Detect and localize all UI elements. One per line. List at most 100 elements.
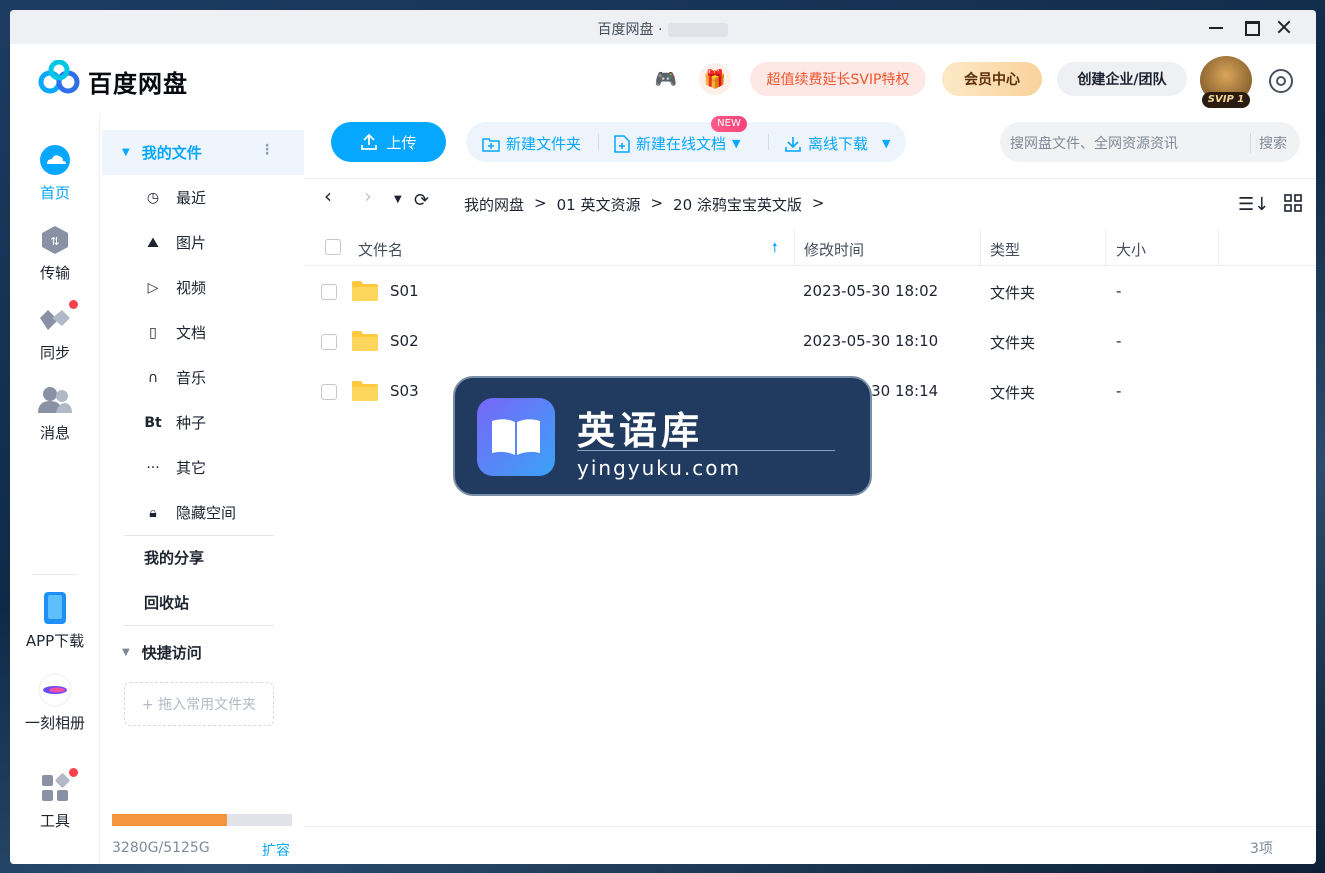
- watermark-divider: [577, 450, 835, 451]
- tools-icon: [38, 768, 78, 804]
- column-divider: [1105, 229, 1106, 266]
- quick-access-label: 快捷访问: [141, 644, 202, 662]
- grid-view-icon[interactable]: [1284, 194, 1302, 217]
- breadcrumb-root[interactable]: 我的网盘: [464, 194, 524, 215]
- upload-label: 上传: [386, 133, 417, 152]
- file-size: -: [1116, 382, 1122, 400]
- column-modified[interactable]: 修改时间: [804, 239, 864, 260]
- settings-icon[interactable]: [1269, 69, 1293, 93]
- minimize-icon[interactable]: [1207, 18, 1225, 36]
- window-title: 百度网盘 ·: [597, 22, 663, 38]
- message-icon: [38, 384, 72, 416]
- column-divider: [980, 229, 981, 266]
- svip-promo-button[interactable]: 超值续费延长SVIP特权: [750, 62, 926, 96]
- new-online-doc-button[interactable]: 新建在线文档 ▼: [614, 133, 740, 154]
- sort-icon[interactable]: ☰↓: [1238, 194, 1269, 215]
- new-folder-button[interactable]: 新建文件夹: [482, 133, 581, 154]
- quick-access-header[interactable]: ▼ 快捷访问: [102, 630, 304, 675]
- category-torrents[interactable]: Bt 种子: [102, 400, 304, 445]
- nav-label-home: 首页: [39, 184, 70, 202]
- search-input[interactable]: 搜网盘文件、全网资源资讯: [1010, 133, 1178, 153]
- nav-item-message[interactable]: 消息: [10, 384, 100, 443]
- row-checkbox[interactable]: [321, 384, 337, 400]
- nav-label-app-download: APP下载: [25, 632, 85, 650]
- category-images[interactable]: ⛰ 图片: [102, 220, 304, 265]
- image-icon: ⛰: [147, 234, 159, 251]
- document-icon: ▯: [149, 324, 157, 341]
- history-dropdown-icon[interactable]: ▼: [394, 194, 402, 205]
- nav-item-sync[interactable]: 同步: [10, 300, 100, 363]
- watermark-overlay: 英语库 yingyuku.com: [453, 376, 872, 496]
- gift-icon[interactable]: 🎁: [699, 63, 731, 95]
- close-icon[interactable]: [1275, 18, 1293, 36]
- search-box[interactable]: 搜网盘文件、全网资源资讯 搜索: [1000, 122, 1300, 162]
- category-label: 图片: [176, 234, 207, 252]
- cloud-icon: [38, 144, 72, 176]
- storage-quota-fill: [112, 814, 228, 826]
- file-name[interactable]: S01: [390, 282, 419, 300]
- search-button[interactable]: 搜索: [1250, 133, 1287, 153]
- forward-arrow-icon[interactable]: ›: [364, 184, 372, 208]
- category-documents[interactable]: ▯ 文档: [102, 310, 304, 355]
- nav-item-home[interactable]: 首页: [10, 144, 100, 203]
- category-label: 文档: [176, 324, 207, 342]
- category-panel: ▼ 我的文件 ⋮ ◷ 最近 ⛰ 图片 ▷ 视频 ▯ 文档 ∩ 音乐 Bt 种子 ··· 其它 …: [102, 114, 304, 864]
- file-name[interactable]: S02: [390, 332, 419, 350]
- sort-ascending-icon[interactable]: 🠕: [772, 239, 778, 261]
- drop-favorite-folder-zone[interactable]: + 拖入常用文件夹: [124, 682, 274, 726]
- chevron-down-icon[interactable]: ▼: [882, 137, 890, 150]
- column-type[interactable]: 类型: [990, 239, 1020, 260]
- recycle-bin[interactable]: 回收站: [102, 580, 304, 625]
- breadcrumb-separator: >: [534, 194, 547, 212]
- select-all-checkbox[interactable]: [325, 239, 341, 255]
- category-divider: [124, 625, 274, 626]
- upload-button[interactable]: 上传: [331, 122, 446, 162]
- breadcrumb-folder[interactable]: 01 英文资源: [557, 194, 641, 215]
- row-checkbox[interactable]: [321, 284, 337, 300]
- back-arrow-icon[interactable]: ‹: [324, 184, 332, 208]
- category-label: 种子: [176, 414, 207, 432]
- avatar[interactable]: SVIP 1: [1200, 56, 1252, 108]
- row-checkbox[interactable]: [321, 334, 337, 350]
- my-files-header[interactable]: ▼ 我的文件 ⋮: [102, 130, 304, 175]
- footer-divider: [304, 826, 1316, 827]
- offline-download-button[interactable]: 离线下载 ▼: [784, 133, 890, 154]
- category-videos[interactable]: ▷ 视频: [102, 265, 304, 310]
- maximize-icon[interactable]: [1243, 18, 1261, 36]
- category-recent[interactable]: ◷ 最近: [102, 175, 304, 220]
- watermark-url: yingyuku.com: [577, 456, 741, 480]
- upload-icon: [361, 133, 378, 150]
- column-size[interactable]: 大小: [1116, 239, 1146, 260]
- my-share[interactable]: 我的分享: [102, 535, 304, 580]
- vip-center-button[interactable]: 会员中心: [942, 62, 1042, 96]
- nav-item-app-download[interactable]: APP下载: [10, 592, 100, 651]
- clock-icon: ◷: [146, 189, 160, 206]
- expand-storage-link[interactable]: 扩容: [262, 840, 290, 860]
- table-row[interactable]: S01 2023-05-30 18:02 文件夹 -: [304, 267, 1316, 317]
- game-icon[interactable]: 🎮: [650, 63, 682, 95]
- nav-item-transfer[interactable]: ⇅ 传输: [10, 224, 100, 283]
- category-other[interactable]: ··· 其它: [102, 445, 304, 490]
- item-count: 3项: [1250, 841, 1273, 857]
- category-hidden-space[interactable]: 🔒︎ 隐藏空间: [102, 490, 304, 535]
- category-music[interactable]: ∩ 音乐: [102, 355, 304, 400]
- chevron-down-icon[interactable]: ▼: [732, 137, 740, 150]
- category-label: 最近: [176, 189, 207, 207]
- nav-item-tools[interactable]: 工具: [10, 768, 100, 831]
- column-name[interactable]: 文件名: [358, 239, 403, 260]
- toolbar-divider-line: [304, 178, 1316, 179]
- toolbar-divider: [598, 134, 599, 150]
- new-badge: NEW: [711, 116, 747, 132]
- lock-icon: 🔒︎: [149, 504, 157, 521]
- nav-item-album[interactable]: 一刻相册: [10, 673, 100, 733]
- baidu-netdisk-logo-icon[interactable]: [38, 60, 80, 96]
- refresh-icon[interactable]: ⟳: [414, 190, 429, 211]
- table-row[interactable]: S02 2023-05-30 18:10 文件夹 -: [304, 317, 1316, 367]
- more-vertical-icon[interactable]: ⋮: [260, 142, 274, 158]
- breadcrumb-current[interactable]: 20 涂鸦宝宝英文版: [673, 194, 802, 215]
- file-name[interactable]: S03: [390, 382, 419, 400]
- window-title-wrap: 百度网盘 ·: [10, 19, 1316, 39]
- create-enterprise-button[interactable]: 创建企业/团队: [1057, 62, 1187, 96]
- collapse-triangle-icon[interactable]: ▼: [122, 647, 130, 658]
- collapse-triangle-icon[interactable]: ▼: [122, 147, 130, 158]
